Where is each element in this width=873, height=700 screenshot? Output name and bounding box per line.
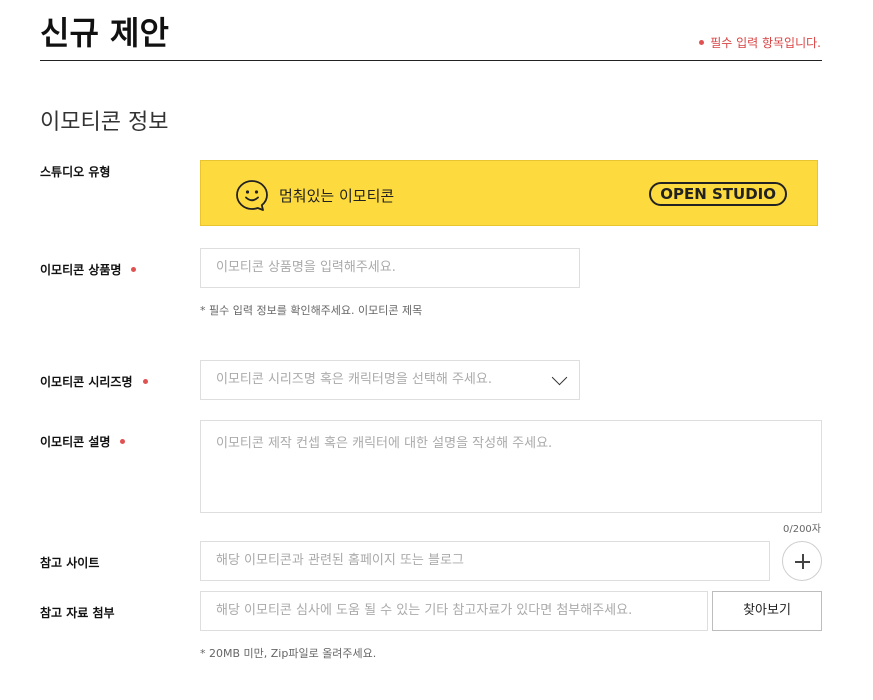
product-name-hint: * 필수 입력 정보를 확인해주세요. 이모티콘 제목 bbox=[200, 304, 423, 317]
title-divider bbox=[40, 60, 822, 61]
description-label: 이모티콘 설명 bbox=[40, 433, 126, 450]
studio-type-name: 멈춰있는 이모티콘 bbox=[279, 187, 395, 205]
product-name-label: 이모티콘 상품명 bbox=[40, 261, 137, 278]
required-dot-icon bbox=[131, 267, 137, 272]
description-textarea[interactable]: 이모티콘 제작 컨셉 혹은 캐릭터에 대한 설명을 작성해 주세요. bbox=[200, 420, 822, 513]
required-dot-icon bbox=[699, 40, 705, 45]
reference-site-label: 참고 사이트 bbox=[40, 556, 100, 570]
page-title: 신규 제안 bbox=[40, 14, 169, 52]
description-char-counter: 0/200자 bbox=[782, 524, 821, 535]
required-note-text: 필수 입력 항목입니다. bbox=[710, 36, 821, 50]
required-dot-icon bbox=[120, 439, 126, 444]
series-name-placeholder: 이모티콘 시리즈명 혹은 캐릭터명을 선택해 주세요. bbox=[216, 372, 492, 387]
smile-speech-bubble-icon bbox=[236, 180, 268, 211]
series-name-select[interactable]: 이모티콘 시리즈명 혹은 캐릭터명을 선택해 주세요. bbox=[200, 360, 580, 400]
required-dot-icon bbox=[142, 379, 148, 384]
chevron-down-icon bbox=[551, 369, 568, 386]
reference-site-input[interactable]: 해당 이모티콘과 관련된 홈페이지 또는 블로그 bbox=[200, 541, 770, 581]
studio-type-label: 스튜디오 유형 bbox=[40, 165, 111, 179]
product-name-input[interactable]: 이모티콘 상품명을 입력해주세요. bbox=[200, 248, 580, 288]
series-name-label-text: 이모티콘 시리즈명 bbox=[40, 375, 133, 389]
reference-file-hint: * 20MB 미만, Zip파일로 올려주세요. bbox=[200, 647, 377, 660]
add-site-button[interactable] bbox=[782, 541, 822, 581]
reference-file-placeholder: 해당 이모티콘 심사에 도움 될 수 있는 기타 참고자료가 있다면 첨부해주세… bbox=[216, 603, 633, 618]
section-title: 이모티콘 정보 bbox=[40, 110, 169, 135]
product-name-label-text: 이모티콘 상품명 bbox=[40, 263, 122, 277]
description-placeholder: 이모티콘 제작 컨셉 혹은 캐릭터에 대한 설명을 작성해 주세요. bbox=[216, 436, 553, 451]
browse-button[interactable]: 찾아보기 bbox=[712, 591, 822, 631]
studio-type-card[interactable]: 멈춰있는 이모티콘 OPEN STUDIO bbox=[200, 160, 818, 226]
product-name-placeholder: 이모티콘 상품명을 입력해주세요. bbox=[216, 260, 396, 275]
reference-site-placeholder: 해당 이모티콘과 관련된 홈페이지 또는 블로그 bbox=[216, 553, 464, 568]
required-note: 필수 입력 항목입니다. bbox=[699, 34, 821, 51]
reference-file-input[interactable]: 해당 이모티콘 심사에 도움 될 수 있는 기타 참고자료가 있다면 첨부해주세… bbox=[200, 591, 708, 631]
description-label-text: 이모티콘 설명 bbox=[40, 435, 111, 449]
reference-file-label: 참고 자료 첨부 bbox=[40, 606, 115, 620]
open-studio-badge: OPEN STUDIO bbox=[649, 182, 787, 206]
series-name-label: 이모티콘 시리즈명 bbox=[40, 373, 148, 390]
